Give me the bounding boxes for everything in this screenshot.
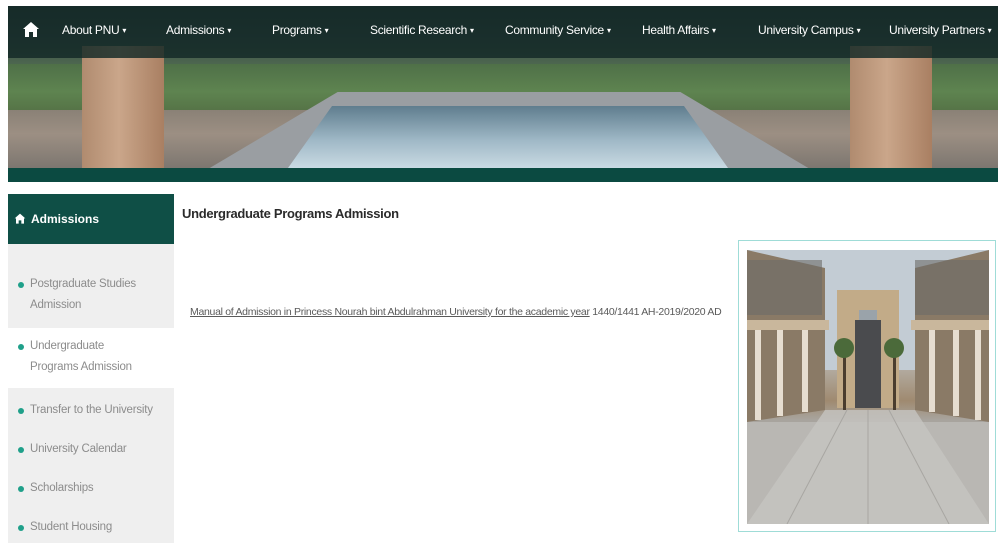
sidebar-item-transfer[interactable]: Transfer to the University bbox=[8, 400, 174, 421]
chevron-down-icon: ▾ bbox=[324, 26, 329, 35]
sidebar-item-label: Postgraduate Studies Admission bbox=[30, 278, 136, 311]
chevron-down-icon: ▾ bbox=[227, 26, 232, 35]
hero-bottom-band bbox=[8, 168, 998, 182]
bullet-icon bbox=[18, 408, 24, 414]
hero-pillar-right bbox=[850, 46, 932, 172]
campus-photo bbox=[747, 250, 989, 524]
sidebar-title: Admissions bbox=[31, 212, 100, 226]
nav-item-about[interactable]: About PNU ▾ bbox=[62, 23, 126, 37]
sidebar-item-label: Undergraduate Programs Admission bbox=[30, 340, 132, 373]
sidebar-item-undergraduate[interactable]: Undergraduate Programs Admission bbox=[8, 328, 174, 388]
bullet-icon bbox=[18, 447, 24, 453]
sidebar: Admissions Postgraduate Studies Admissio… bbox=[8, 194, 174, 543]
sidebar-item-housing[interactable]: Student Housing bbox=[8, 517, 174, 538]
nav-item-health-affairs[interactable]: Health Affairs ▾ bbox=[642, 23, 716, 37]
chevron-down-icon: ▾ bbox=[470, 26, 474, 35]
hero-pillar-left bbox=[82, 46, 164, 172]
nav-item-scientific-research[interactable]: Scientific Research ▾ bbox=[370, 23, 474, 37]
chevron-down-icon: ▾ bbox=[987, 26, 992, 35]
chevron-down-icon: ▾ bbox=[606, 26, 611, 35]
bullet-icon bbox=[18, 344, 24, 350]
nav-item-programs[interactable]: Programs ▾ bbox=[272, 23, 329, 37]
home-icon[interactable] bbox=[22, 21, 40, 39]
campus-photo-frame bbox=[738, 240, 996, 532]
bullet-icon bbox=[18, 282, 24, 288]
sidebar-item-postgraduate[interactable]: Postgraduate Studies Admission bbox=[8, 274, 158, 316]
sidebar-item-label: Scholarships bbox=[30, 482, 94, 494]
sidebar-item-label: Transfer to the University bbox=[30, 404, 153, 416]
academic-year-text: 1440/1441 AH-2019/2020 AD bbox=[589, 306, 722, 318]
home-icon bbox=[14, 213, 26, 224]
hero-pool-water bbox=[288, 106, 728, 168]
nav-item-admissions[interactable]: Admissions ▾ bbox=[166, 23, 231, 37]
bullet-icon bbox=[18, 525, 24, 531]
chevron-down-icon: ▾ bbox=[856, 26, 861, 35]
nav-item-university-campus[interactable]: University Campus ▾ bbox=[758, 23, 861, 37]
page-title: Undergraduate Programs Admission bbox=[182, 206, 399, 221]
sidebar-item-calendar[interactable]: University Calendar bbox=[8, 439, 174, 460]
sidebar-item-label: Student Housing bbox=[30, 521, 113, 533]
campus-building-image bbox=[747, 250, 989, 524]
sidebar-header: Admissions bbox=[8, 194, 174, 244]
chevron-down-icon: ▾ bbox=[122, 26, 127, 35]
sidebar-item-label: University Calendar bbox=[30, 443, 127, 455]
document-line: Manual of Admission in Princess Nourah b… bbox=[190, 306, 722, 318]
top-nav: About PNU ▾ Admissions ▾ Programs ▾ Scienti… bbox=[8, 6, 998, 58]
chevron-down-icon: ▾ bbox=[711, 26, 716, 35]
nav-item-community-service[interactable]: Community Service ▾ bbox=[505, 23, 611, 37]
nav-item-university-partners[interactable]: University Partners ▾ bbox=[889, 23, 992, 37]
admission-manual-link[interactable]: Manual of Admission in Princess Nourah b… bbox=[190, 306, 590, 318]
sidebar-item-scholarships[interactable]: Scholarships bbox=[8, 478, 174, 499]
bullet-icon bbox=[18, 486, 24, 492]
